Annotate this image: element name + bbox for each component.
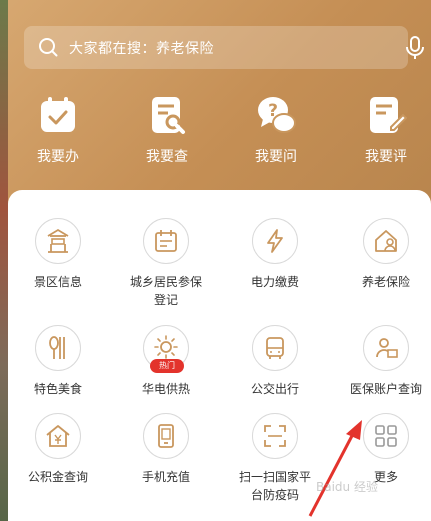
service-bus[interactable]: 公交出行 xyxy=(220,325,330,398)
document-search-icon xyxy=(152,97,185,134)
service-pension[interactable]: 养老保险 xyxy=(331,218,431,291)
house-yen-icon xyxy=(46,425,70,447)
search-icon xyxy=(39,38,58,57)
service-scenic-info[interactable]: 景区信息 xyxy=(3,218,113,291)
quick-action-label: 我要办 xyxy=(37,149,79,165)
quick-actions: 我要办 我要查 ? 我要问 我要评 xyxy=(0,94,431,174)
cutlery-icon xyxy=(49,336,65,359)
service-icon-circle xyxy=(35,325,81,371)
sun-icon xyxy=(154,335,178,359)
search-placeholder: 大家都在搜：养老保险 xyxy=(69,41,214,57)
service-label: 手机充值 xyxy=(141,470,190,484)
quick-action-wen[interactable]: ? 我要问 xyxy=(246,94,306,166)
service-label: 电力缴费 xyxy=(250,275,299,289)
service-label: 城乡居民参保登记 xyxy=(129,275,202,307)
document-edit-icon xyxy=(370,97,407,133)
service-icon-circle xyxy=(363,325,409,371)
service-housing-fund[interactable]: 公积金查询 xyxy=(3,413,113,486)
service-electric-pay[interactable]: 电力缴费 xyxy=(220,218,330,291)
search-bar[interactable]: 大家都在搜：养老保险 xyxy=(24,26,424,69)
service-label: 公交出行 xyxy=(250,382,299,396)
service-medical-account[interactable]: 医保账户查询 xyxy=(331,325,431,398)
pavilion-icon xyxy=(47,228,69,253)
service-heating[interactable]: 热门 华电供热 xyxy=(111,325,221,398)
quick-action-label: 我要评 xyxy=(365,149,407,165)
service-phone-recharge[interactable]: 手机充值 xyxy=(111,413,221,486)
service-label: 公积金查询 xyxy=(27,470,88,484)
service-icon-circle xyxy=(35,413,81,459)
hot-badge: 热门 xyxy=(150,359,184,373)
calendar-check-icon xyxy=(41,97,75,132)
grid-icon xyxy=(375,425,397,447)
phone-icon xyxy=(158,424,174,448)
service-local-food[interactable]: 特色美食 xyxy=(3,325,113,398)
scan-icon xyxy=(264,425,286,447)
service-resident-insurance[interactable]: 城乡居民参保登记 xyxy=(111,218,221,309)
lightning-icon xyxy=(267,229,283,253)
service-label: 华电供热 xyxy=(141,382,190,396)
service-label: 医保账户查询 xyxy=(349,382,422,396)
service-icon-circle xyxy=(252,218,298,264)
service-icon-circle xyxy=(363,218,409,264)
register-icon xyxy=(155,230,177,252)
bus-icon xyxy=(266,337,284,359)
microphone-icon[interactable] xyxy=(404,36,426,60)
question-chat-icon: ? xyxy=(258,97,296,133)
service-icon-circle xyxy=(143,218,189,264)
service-label: 养老保险 xyxy=(361,275,410,289)
quick-action-label: 我要查 xyxy=(146,149,188,165)
red-arrow-annotation xyxy=(308,420,362,517)
service-icon-circle xyxy=(252,413,298,459)
house-person-icon xyxy=(375,230,397,252)
service-icon-circle: 热门 xyxy=(143,325,189,373)
quick-action-cha[interactable]: 我要查 xyxy=(137,94,197,166)
service-icon-circle xyxy=(252,325,298,371)
service-icon-circle xyxy=(35,218,81,264)
quick-action-label: 我要问 xyxy=(255,149,297,165)
service-label: 景区信息 xyxy=(33,275,82,289)
person-card-icon xyxy=(376,338,398,358)
quick-action-ban[interactable]: 我要办 xyxy=(28,94,88,166)
svg-text:?: ? xyxy=(268,101,278,121)
quick-action-ping[interactable]: 我要评 xyxy=(356,94,416,166)
service-label: 特色美食 xyxy=(33,382,82,396)
service-icon-circle xyxy=(143,413,189,459)
watermark: Baidu 经验 xyxy=(316,480,378,494)
